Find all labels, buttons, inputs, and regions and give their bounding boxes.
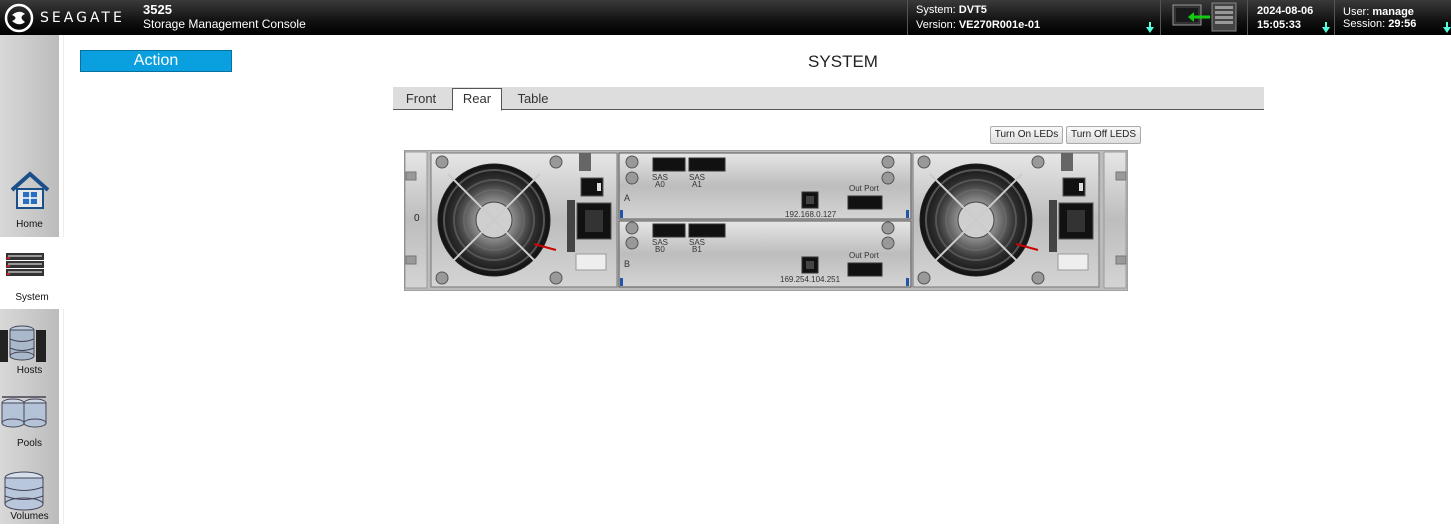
page-title: SYSTEM (808, 52, 878, 71)
header-divider (1247, 0, 1248, 35)
nav-volumes[interactable]: Volumes (0, 456, 59, 528)
connection-status-icon[interactable] (1170, 1, 1240, 38)
user-name: manage (1372, 6, 1414, 18)
controller-a-letter: A (624, 193, 630, 203)
header-divider (1160, 0, 1161, 35)
pools-icon (1, 396, 47, 428)
nav-system[interactable]: System (0, 237, 64, 309)
turn-off-leds-button[interactable]: Turn Off LEDS (1066, 126, 1141, 144)
power-supply-right[interactable] (912, 152, 1100, 288)
system-info[interactable]: System: DVT5 Version: VE270R001e-01 (916, 3, 1040, 33)
system-icon (6, 253, 44, 276)
out-port-a[interactable] (847, 195, 883, 210)
user-info[interactable]: User: manage Session: 29:56 (1343, 6, 1416, 30)
product-info: 3525 Storage Management Console (143, 2, 306, 32)
nav-pools[interactable]: Pools (0, 383, 59, 455)
tab-table[interactable]: Table (508, 89, 558, 109)
session-value: 29:56 (1388, 18, 1417, 30)
home-icon (10, 171, 50, 209)
controller-b-ip: 169.254.104.251 (780, 275, 841, 284)
sas-port-b1[interactable] (688, 223, 726, 238)
out-port-a-label: Out Port (849, 184, 880, 193)
volumes-icon (4, 471, 44, 511)
enclosure-id: 0 (414, 213, 420, 224)
nav-volumes-label: Volumes (10, 511, 49, 522)
tab-rear[interactable]: Rear (452, 88, 502, 111)
sas-b0-label-bottom: B0 (655, 245, 665, 254)
product-model: 3525 (143, 2, 172, 17)
version-value: VE270R001e-01 (958, 19, 1041, 31)
system-name: DVT5 (958, 4, 987, 16)
enclosure-rear-view: 0 SAS A0 SAS A1 A 192.168.0.127 Out Port… (404, 150, 1128, 291)
controller-a-ip: 192.168.0.127 (785, 210, 837, 219)
action-button[interactable]: Action (80, 50, 232, 72)
controller-b[interactable]: SAS B0 SAS B1 B 169.254.104.251 Out Port (618, 220, 912, 288)
session-label: Session: (1343, 18, 1386, 30)
nav-hosts-label: Hosts (16, 365, 43, 376)
datetime-menu-arrow-icon[interactable] (1322, 22, 1330, 33)
sas-port-b0[interactable] (652, 223, 686, 238)
seagate-logo-icon (4, 3, 34, 33)
time-value: 15:05:33 (1257, 19, 1302, 31)
seagate-logo: SEAGATE (4, 3, 125, 33)
date-time[interactable]: 2024-08-06 15:05:33 (1257, 4, 1313, 32)
system-menu-arrow-icon[interactable] (1146, 22, 1154, 33)
sas-b1-label-bottom: B1 (692, 245, 702, 254)
nav-home[interactable]: Home (0, 164, 59, 236)
date-value: 2024-08-06 (1257, 5, 1314, 17)
sas-a0-label-bottom: A0 (655, 180, 665, 189)
user-menu-arrow-icon[interactable] (1443, 22, 1451, 33)
user-label: User: (1343, 6, 1370, 18)
nav-system-label: System (15, 292, 49, 303)
out-port-b[interactable] (847, 262, 883, 277)
header-divider (907, 0, 908, 35)
system-label: System: (916, 4, 956, 16)
nav-hosts[interactable]: Hosts (0, 310, 59, 382)
turn-on-leds-button[interactable]: Turn On LEDs (990, 126, 1063, 144)
out-port-b-label: Out Port (849, 251, 880, 260)
top-bar: SEAGATE 3525 Storage Management Console … (0, 0, 1451, 35)
sas-port-a0[interactable] (652, 157, 686, 172)
controller-a[interactable]: SAS A0 SAS A1 A 192.168.0.127 Out Port (618, 152, 912, 220)
power-supply-left[interactable] (430, 152, 618, 288)
controller-b-letter: B (624, 259, 630, 269)
brand-text: SEAGATE (40, 10, 125, 26)
nav-home-label: Home (16, 219, 43, 230)
nav-pools-label: Pools (16, 438, 42, 449)
view-tabs: Front Rear Table (393, 87, 1264, 111)
sas-a1-label-bottom: A1 (692, 180, 702, 189)
product-subtitle: Storage Management Console (143, 17, 306, 31)
hosts-icon (0, 325, 46, 362)
sas-port-a1[interactable] (688, 157, 726, 172)
tab-front[interactable]: Front (397, 89, 445, 109)
version-label: Version: (916, 19, 956, 31)
header-divider (1334, 0, 1335, 35)
